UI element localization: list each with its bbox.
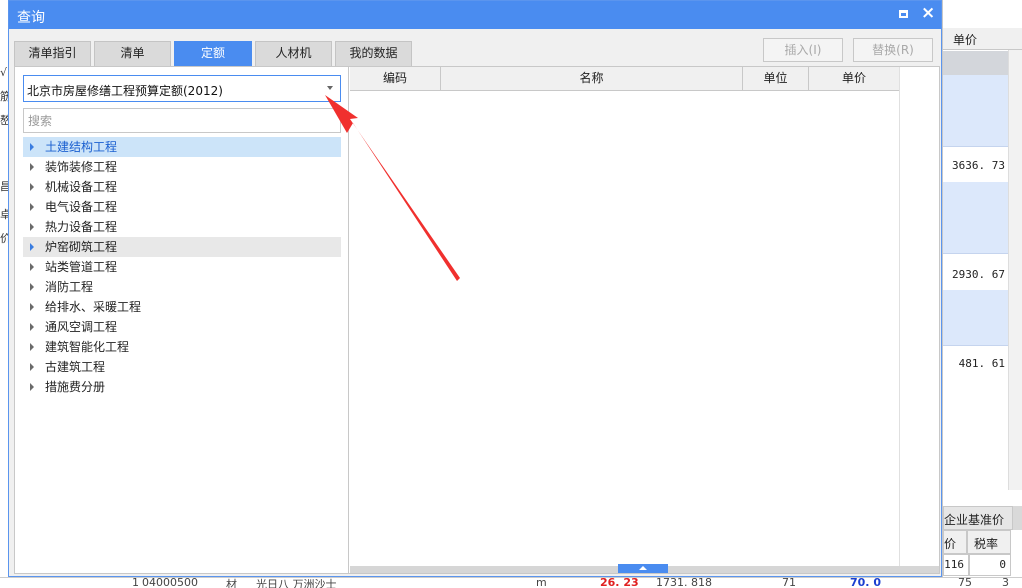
insert-button[interactable]: 插入(I) <box>763 38 843 62</box>
tree-item-label: 机械设备工程 <box>45 180 118 194</box>
splitter-toggle-button[interactable] <box>618 564 668 573</box>
tree-item[interactable]: 站类管道工程 <box>23 257 341 277</box>
background-row <box>943 182 1008 254</box>
quota-list-pane: 编码 名称 单位 单价 <box>350 67 939 573</box>
close-button[interactable]: × <box>920 3 936 23</box>
tree-item-label: 热力设备工程 <box>45 220 118 234</box>
tree-item-label: 土建结构工程 <box>45 140 118 154</box>
tab-bill[interactable]: 清单 <box>94 41 171 66</box>
background-price-value: 2930. 67 <box>952 268 1005 281</box>
replace-button[interactable]: 替换(R) <box>853 38 933 62</box>
tree-item[interactable]: 电气设备工程 <box>23 197 341 217</box>
tab-bill-guide[interactable]: 清单指引 <box>14 41 91 66</box>
expand-arrow-icon[interactable] <box>30 243 34 251</box>
background-cell: 116 <box>943 554 969 576</box>
background-price-value: 481. 61 <box>958 357 1005 370</box>
tree-item[interactable]: 措施费分册 <box>23 377 341 397</box>
close-icon: × <box>921 3 936 23</box>
expand-arrow-icon[interactable] <box>30 283 34 291</box>
background-price-header: 单价 <box>943 28 1022 50</box>
tree-item[interactable]: 给排水、采暖工程 <box>23 297 341 317</box>
tree-item-label: 古建筑工程 <box>45 360 106 374</box>
maximize-button[interactable] <box>895 6 911 22</box>
expand-arrow-icon[interactable] <box>30 303 34 311</box>
background-row <box>943 75 1008 147</box>
quota-tree: 土建结构工程 装饰装修工程 机械设备工程 电气设备工程 热力设备工程 炉窑砌筑工… <box>23 137 341 397</box>
tree-item[interactable]: 古建筑工程 <box>23 357 341 377</box>
background-scrollbar[interactable] <box>1008 50 1022 490</box>
expand-arrow-icon[interactable] <box>30 223 34 231</box>
background-col-tax: 税率 <box>967 530 1011 554</box>
tree-item[interactable]: 建筑智能化工程 <box>23 337 341 357</box>
background-bottom-row: 1 04000500 材 光日八 万洲沙士 m 26. 23 1731. 818… <box>0 576 1022 588</box>
expand-arrow-icon[interactable] <box>30 183 34 191</box>
expand-arrow-icon[interactable] <box>30 383 34 391</box>
grid-blank-area <box>899 67 939 573</box>
tab-my-data[interactable]: 我的数据 <box>335 41 412 66</box>
tab-enterprise-base-price[interactable]: 企业基准价 <box>943 506 1013 530</box>
background-left-edge: √ 筋 嶅 昌 卓 价 <box>0 0 11 588</box>
tree-item[interactable]: 土建结构工程 <box>23 137 341 157</box>
background-row <box>943 290 1008 346</box>
background-row <box>943 51 1008 75</box>
tree-item[interactable]: 机械设备工程 <box>23 177 341 197</box>
dialog-title: 查询 <box>17 10 45 26</box>
expand-arrow-icon[interactable] <box>30 323 34 331</box>
expand-arrow-icon[interactable] <box>30 343 34 351</box>
content-panel: 北京市房屋修缮工程预算定额(2012) 土建结构工程 装饰装修工程 机械设备工程… <box>14 66 940 574</box>
tree-item[interactable]: 消防工程 <box>23 277 341 297</box>
search-input[interactable] <box>23 108 341 133</box>
background-grid: 单价 3636. 73 2930. 67 481. 61 企业基准价 价 税率 … <box>942 0 1022 588</box>
tree-item[interactable]: 热力设备工程 <box>23 217 341 237</box>
tree-item-label: 给排水、采暖工程 <box>45 300 142 314</box>
background-price-value: 3636. 73 <box>952 159 1005 172</box>
chevron-down-icon <box>327 86 333 90</box>
tree-item[interactable]: 炉窑砌筑工程 <box>23 237 341 257</box>
tab-quota[interactable]: 定额 <box>174 41 252 66</box>
dialog-titlebar[interactable]: 查询 × <box>9 1 941 29</box>
column-header-code[interactable]: 编码 <box>350 67 441 91</box>
tree-item-label: 建筑智能化工程 <box>45 340 130 354</box>
tree-item[interactable]: 通风空调工程 <box>23 317 341 337</box>
tree-item-label: 通风空调工程 <box>45 320 118 334</box>
expand-arrow-icon[interactable] <box>30 203 34 211</box>
expand-arrow-icon[interactable] <box>30 263 34 271</box>
expand-arrow-icon[interactable] <box>30 363 34 371</box>
query-dialog: 查询 × 清单指引 清单 定额 人材机 我的数据 插入(I) 替换(R) 北京市… <box>8 0 942 577</box>
tree-item-label: 站类管道工程 <box>45 260 118 274</box>
column-header-unit[interactable]: 单位 <box>743 67 809 91</box>
expand-arrow-icon[interactable] <box>30 143 34 151</box>
tree-item-label: 炉窑砌筑工程 <box>45 240 118 254</box>
background-tab-edge <box>1013 506 1022 530</box>
tree-item-label: 装饰装修工程 <box>45 160 118 174</box>
expand-arrow-icon[interactable] <box>30 163 34 171</box>
background-col-price: 价 <box>943 530 967 554</box>
quota-tree-pane: 北京市房屋修缮工程预算定额(2012) 土建结构工程 装饰装修工程 机械设备工程… <box>15 67 349 573</box>
column-header-price[interactable]: 单价 <box>809 67 900 91</box>
tree-item-label: 电气设备工程 <box>45 200 118 214</box>
background-cell: 0 <box>969 554 1011 576</box>
maximize-icon <box>899 10 908 18</box>
quota-library-select[interactable]: 北京市房屋修缮工程预算定额(2012) <box>23 75 341 102</box>
tab-labor-material-machine[interactable]: 人材机 <box>255 41 332 66</box>
column-header-name[interactable]: 名称 <box>441 67 743 91</box>
left-glyph: √ <box>0 66 8 79</box>
chevron-up-icon <box>639 566 647 570</box>
tree-item[interactable]: 装饰装修工程 <box>23 157 341 177</box>
tree-item-label: 措施费分册 <box>45 380 106 394</box>
quota-library-value: 北京市房屋修缮工程预算定额(2012) <box>27 84 223 98</box>
tree-item-label: 消防工程 <box>45 280 94 294</box>
